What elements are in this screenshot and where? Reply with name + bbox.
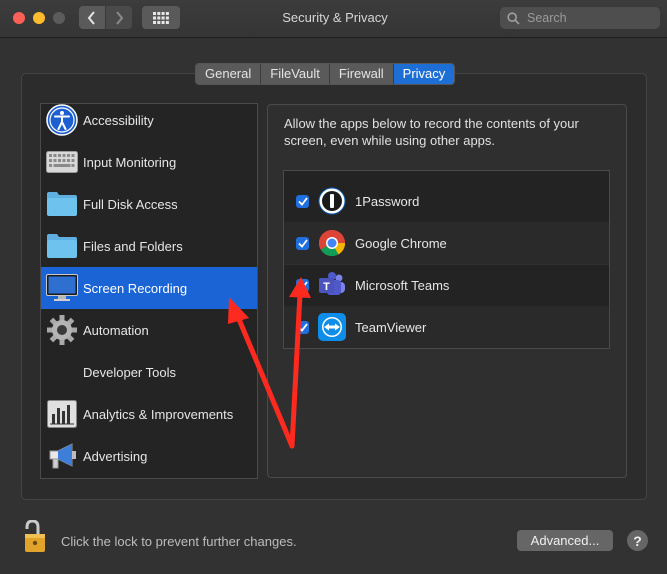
app-name: TeamViewer	[355, 319, 427, 335]
sidebar-item-accessibility[interactable]: Accessibility	[41, 99, 257, 141]
zoom-window-button[interactable]	[53, 12, 65, 24]
app-checkbox[interactable]	[296, 236, 309, 250]
sidebar-item-advertising[interactable]: Advertising	[41, 435, 257, 477]
search-icon	[507, 11, 520, 25]
minimize-window-button[interactable]	[33, 12, 45, 24]
chrome-icon	[318, 229, 346, 257]
advanced-button[interactable]: Advanced...	[517, 530, 613, 551]
sidebar-item-label: Full Disk Access	[83, 196, 178, 212]
grid-icon	[153, 11, 169, 24]
accessibility-icon	[45, 103, 79, 137]
teams-icon: T	[318, 271, 346, 299]
sidebar-item-label: Accessibility	[83, 112, 154, 128]
title-bar: Security & Privacy	[0, 0, 667, 38]
unlocked-padlock-icon	[25, 519, 45, 552]
app-checkbox[interactable]	[296, 320, 309, 334]
chevron-right-icon	[116, 10, 124, 25]
list-item: TeamViewer	[284, 306, 609, 348]
gear-icon	[45, 313, 79, 347]
sidebar-item-label: Input Monitoring	[83, 154, 177, 170]
tab-filevault[interactable]: FileVault	[261, 64, 330, 84]
chevron-left-icon	[87, 10, 95, 25]
checkmark-icon	[297, 238, 308, 248]
sidebar-item-analytics-improvements[interactable]: Analytics & Improvements	[41, 393, 257, 435]
app-checkbox[interactable]	[296, 278, 309, 292]
checkmark-icon	[297, 280, 308, 290]
search-field[interactable]	[500, 7, 660, 29]
panel-description: Allow the apps below to record the conte…	[284, 116, 579, 148]
tab-privacy[interactable]: Privacy	[393, 64, 455, 84]
list-item: T Microsoft Teams	[284, 264, 609, 307]
app-name: 1Password	[355, 193, 420, 209]
app-name: Google Chrome	[355, 235, 447, 251]
display-icon	[45, 271, 79, 305]
checkmark-icon	[297, 322, 308, 332]
megaphone-icon	[45, 439, 79, 473]
list-item: Google Chrome	[284, 222, 609, 265]
onepassword-icon	[318, 187, 346, 215]
app-list: 1Password Google Chrome T Microsoft Team…	[283, 170, 610, 349]
sidebar-item-developer-tools[interactable]: Developer Tools	[41, 351, 257, 393]
sidebar-item-label: Files and Folders	[83, 238, 183, 254]
sidebar-item-label: Screen Recording	[83, 280, 188, 296]
teamviewer-icon	[318, 313, 346, 341]
sidebar-item-screen-recording[interactable]: Screen Recording	[41, 267, 257, 309]
search-input[interactable]	[525, 10, 659, 26]
folder-icon	[45, 187, 79, 221]
app-checkbox[interactable]	[296, 194, 309, 208]
sidebar-item-label: Analytics & Improvements	[83, 406, 234, 422]
checkmark-icon	[297, 196, 308, 206]
back-button[interactable]	[79, 6, 105, 29]
help-button[interactable]: ?	[627, 530, 648, 551]
privacy-category-list: Accessibility Input Monitoring Full Disk…	[40, 103, 258, 479]
sidebar-item-input-monitoring[interactable]: Input Monitoring	[41, 141, 257, 183]
sidebar-item-label: Developer Tools	[83, 364, 176, 380]
sidebar-item-label: Automation	[83, 322, 149, 338]
keyboard-icon	[45, 145, 79, 179]
svg-text:T: T	[323, 281, 330, 293]
lock-button[interactable]	[22, 519, 48, 554]
app-name: Microsoft Teams	[355, 277, 450, 293]
sidebar-item-automation[interactable]: Automation	[41, 309, 257, 351]
sidebar-item-full-disk-access[interactable]: Full Disk Access	[41, 183, 257, 225]
show-all-button[interactable]	[142, 6, 180, 29]
sidebar-item-files-and-folders[interactable]: Files and Folders	[41, 225, 257, 267]
lock-status-text: Click the lock to prevent further change…	[61, 534, 297, 549]
sidebar-item-label: Advertising	[83, 448, 148, 464]
bar-chart-icon	[45, 397, 79, 431]
forward-button[interactable]	[106, 6, 132, 29]
list-item: 1Password	[284, 180, 609, 223]
tab-general[interactable]: General	[196, 64, 262, 84]
tab-bar: General FileVault Firewall Privacy	[195, 63, 456, 85]
tab-firewall[interactable]: Firewall	[329, 64, 394, 84]
close-window-button[interactable]	[13, 12, 25, 24]
window-title: Security & Privacy	[282, 10, 388, 25]
folder-icon	[45, 229, 79, 263]
